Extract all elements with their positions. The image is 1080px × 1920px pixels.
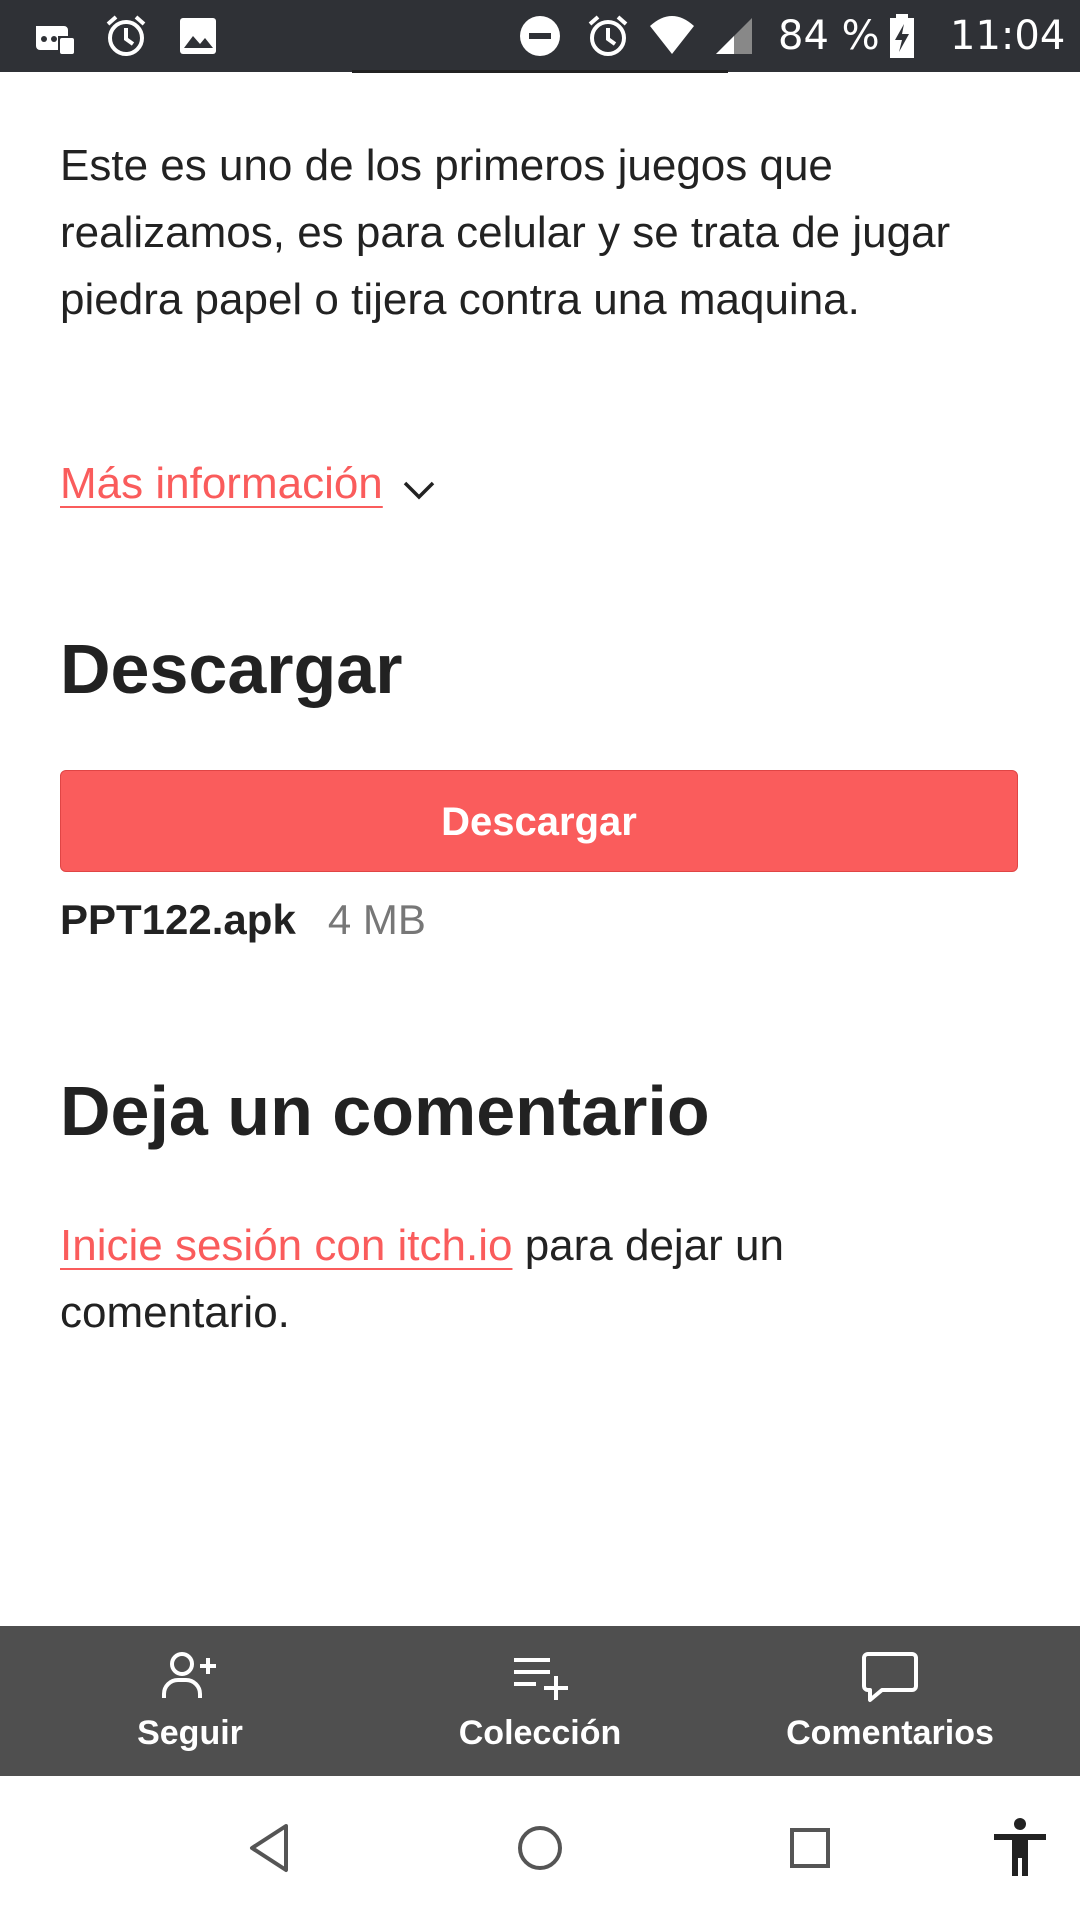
playlist-add-icon [514, 1658, 568, 1700]
comments-button[interactable]: Comentarios [720, 1626, 1060, 1776]
back-icon[interactable] [238, 1816, 302, 1880]
download-button[interactable]: Descargar [60, 770, 1018, 872]
home-icon[interactable] [508, 1816, 572, 1880]
game-description: Este es uno de los primeros juegos que r… [60, 141, 951, 324]
chevron-down-icon [403, 481, 435, 500]
discord-icon [36, 26, 74, 54]
recents-icon[interactable] [778, 1816, 842, 1880]
file-info: PPT122.apk 4 MB [60, 890, 426, 950]
collection-button[interactable]: Colección [370, 1626, 710, 1776]
wifi-icon [650, 16, 694, 54]
alarm-icon [106, 15, 146, 56]
file-size: 4 MB [327, 896, 426, 943]
game-action-bar: Seguir Colección Comentarios [0, 1626, 1080, 1776]
alarm-icon [588, 15, 628, 56]
signal-icon [716, 18, 752, 54]
collection-label: Colección [458, 1714, 622, 1752]
image-icon [180, 18, 216, 54]
accessibility-icon[interactable] [988, 1816, 1052, 1880]
more-info-toggle[interactable]: Más información [60, 454, 439, 514]
file-name: PPT122.apk [60, 896, 296, 943]
speech-bubble-icon [862, 1652, 918, 1702]
follow-label: Seguir [137, 1714, 243, 1752]
download-heading: Descargar [60, 630, 403, 708]
login-link[interactable]: Inicie sesión con itch.io [60, 1221, 512, 1270]
comment-login-prompt: Inicie sesión con itch.io para dejar un … [60, 1212, 1020, 1346]
more-info-link[interactable]: Más información [60, 459, 383, 509]
user-plus-icon [162, 1652, 216, 1698]
follow-button[interactable]: Seguir [20, 1626, 360, 1776]
system-nav-bar [0, 1776, 1080, 1920]
battery-charging-icon [890, 14, 914, 58]
section-divider [352, 70, 728, 73]
do-not-disturb-icon [520, 16, 560, 56]
comments-label: Comentarios [786, 1714, 994, 1752]
clock: 11:04 [950, 13, 1066, 59]
status-bar: 84 % 11:04 [0, 0, 1080, 72]
battery-percent: 84 % [778, 13, 880, 59]
comment-heading: Deja un comentario [60, 1072, 710, 1150]
